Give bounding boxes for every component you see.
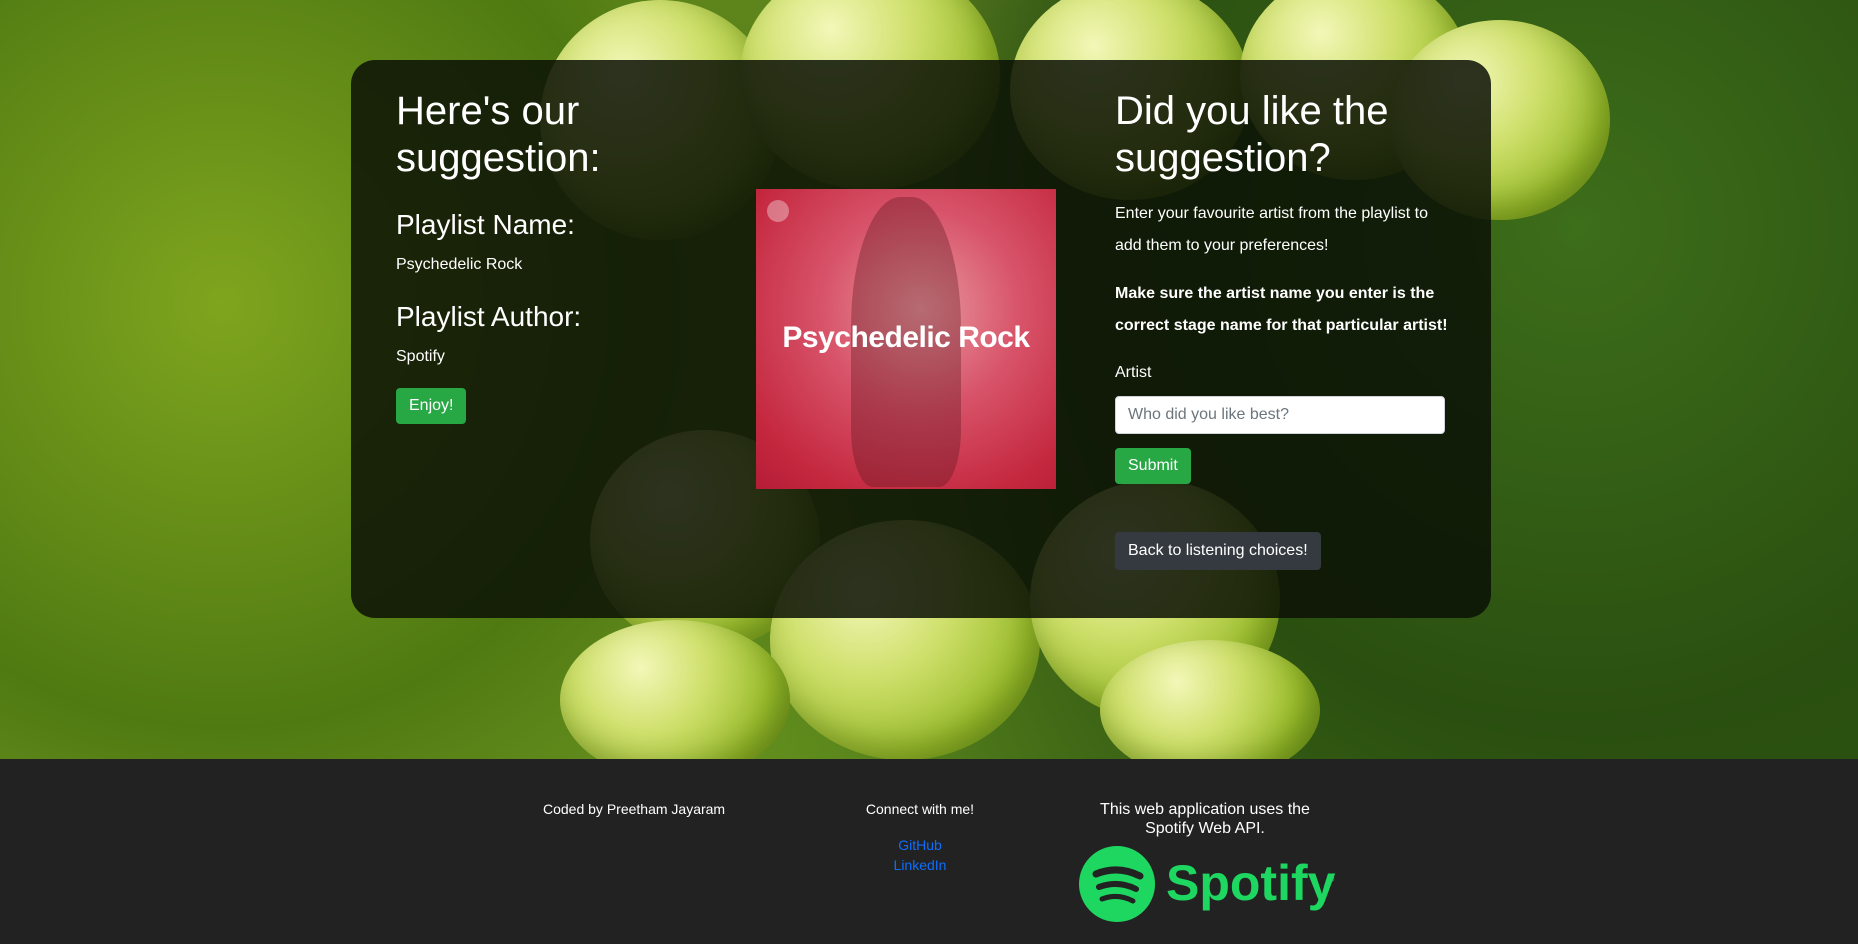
- footer-connect: Connect with me! GitHub LinkedIn: [864, 801, 976, 873]
- back-to-choices-button[interactable]: Back to listening choices!: [1115, 532, 1321, 570]
- enjoy-button[interactable]: Enjoy!: [396, 388, 467, 424]
- github-link[interactable]: GitHub: [864, 837, 976, 853]
- spotify-wordmark: Spotify: [1166, 855, 1336, 911]
- submit-button[interactable]: Submit: [1115, 448, 1191, 484]
- feedback-warning: Make sure the artist name you enter is t…: [1115, 285, 1448, 334]
- playlist-author-label: Playlist Author:: [396, 301, 582, 332]
- cover-title: Psychedelic Rock: [782, 321, 1030, 354]
- artist-label: Artist: [1115, 364, 1152, 381]
- suggestion-card: Here's our suggestion: Playlist Name: Ps…: [351, 60, 1491, 618]
- playlist-author-value: Spotify: [396, 348, 445, 365]
- feedback-intro: Enter your favourite artist from the pla…: [1115, 205, 1429, 254]
- spotify-icon: [1079, 846, 1155, 922]
- playlist-cover[interactable]: Psychedelic Rock: [756, 189, 1056, 489]
- feedback-column: Did you like the suggestion? Enter your …: [1115, 88, 1455, 570]
- playlist-name-label: Playlist Name:: [396, 209, 575, 240]
- footer-credit: Coded by Preetham Jayaram: [543, 801, 726, 817]
- linkedin-link[interactable]: LinkedIn: [864, 857, 976, 873]
- feedback-heading: Did you like the suggestion?: [1115, 89, 1389, 180]
- suggestion-heading: Here's our suggestion:: [396, 89, 601, 180]
- spotify-logo[interactable]: Spotify ®: [1078, 846, 1338, 931]
- connect-heading: Connect with me!: [865, 801, 975, 817]
- registered-mark: ®: [1327, 874, 1335, 885]
- spotify-small-icon: [767, 200, 789, 222]
- artist-input[interactable]: [1115, 396, 1445, 434]
- suggestion-column: Here's our suggestion: Playlist Name: Ps…: [396, 88, 716, 424]
- playlist-name-value: Psychedelic Rock: [396, 256, 523, 273]
- footer: Coded by Preetham Jayaram Connect with m…: [0, 759, 1858, 944]
- api-note: This web application uses the Spotify We…: [1100, 801, 1310, 837]
